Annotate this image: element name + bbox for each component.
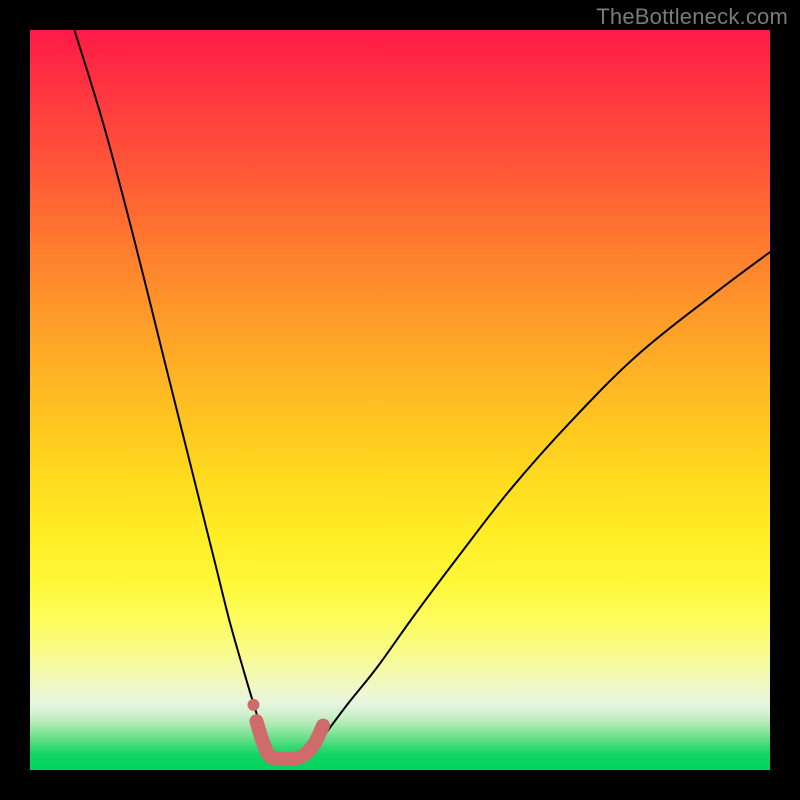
plot-area [30, 30, 770, 770]
bottleneck-curve [74, 30, 770, 759]
optimal-dot [247, 699, 259, 711]
chart-frame: TheBottleneck.com [0, 0, 800, 800]
optimal-zone-marker [256, 721, 323, 759]
curve-layer [30, 30, 770, 770]
watermark-text: TheBottleneck.com [596, 4, 788, 30]
